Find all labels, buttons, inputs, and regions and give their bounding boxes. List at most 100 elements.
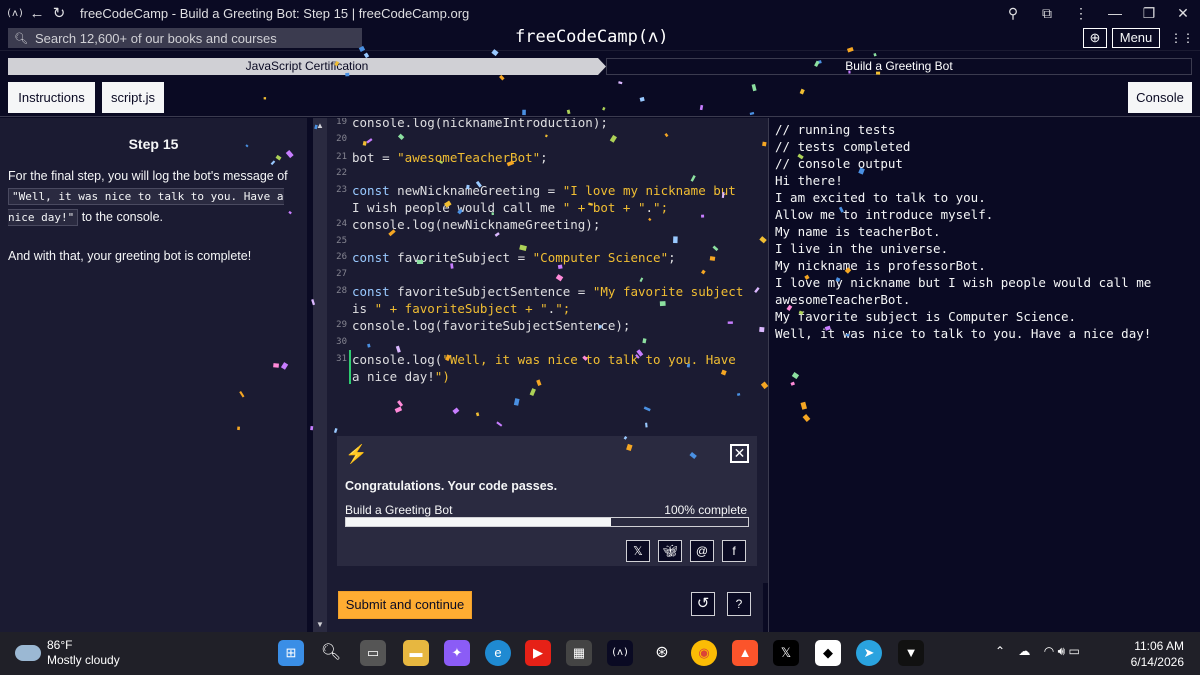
weather-text: 86°F Mostly cloudy — [47, 638, 120, 668]
freecodecamp-taskbar-icon[interactable]: (ʌ) — [607, 640, 633, 666]
grid-dots-icon[interactable]: ⋮⋮ — [1170, 28, 1194, 48]
console-line: My nickname is professorBot. — [775, 258, 986, 273]
scroll-up-icon[interactable]: ▲ — [316, 121, 324, 130]
console-lines: // running tests // tests completed // con… — [775, 121, 1194, 342]
search-placeholder: Search 12,600+ of our books and courses — [34, 30, 277, 46]
system-tray[interactable]: ⌃ ☁ ◠ 🔊︎ ▭ — [995, 644, 1080, 659]
code-line[interactable]: 26 const favoriteSubject = "Computer Scie… — [327, 249, 763, 266]
battery-icon[interactable]: ▭ — [1068, 644, 1079, 658]
restore-icon[interactable]: ❐ — [1132, 5, 1166, 22]
app-icon-wolf[interactable]: ▼ — [898, 640, 924, 666]
chrome-icon[interactable]: ◉ — [691, 640, 717, 666]
browser-title-bar: (ʌ) ← ↻ freeCodeCamp - Build a Greeting … — [0, 0, 1200, 26]
file-explorer-icon[interactable]: ▬ — [403, 640, 429, 666]
code-text: const favoriteSubject = "Computer Scienc… — [352, 250, 676, 265]
code-line[interactable]: 20 — [327, 131, 763, 148]
search-bar[interactable]: 🔍︎ Search 12,600+ of our books and cours… — [8, 28, 362, 48]
line-number: 24 — [336, 219, 347, 229]
threads-share-icon[interactable]: @ — [690, 540, 714, 562]
line-number: 27 — [336, 269, 347, 279]
editor-right-scrollbar[interactable] — [760, 118, 768, 583]
code-line[interactable]: 22 — [327, 165, 763, 182]
editor-left-scrollbar[interactable]: ▲ ▼ — [313, 118, 327, 632]
active-line-marker — [349, 350, 351, 384]
wifi-icon[interactable]: ◠ — [1044, 644, 1054, 658]
code-line[interactable]: 28 const favoriteSubjectSentence = "My fa… — [327, 283, 763, 300]
store-icon[interactable]: ▦ — [566, 640, 592, 666]
menu-button[interactable]: Menu — [1112, 28, 1160, 48]
breadcrumb-project[interactable]: Build a Greeting Bot — [606, 58, 1192, 75]
time: 11:06 AM — [1134, 639, 1184, 653]
back-arrow-icon[interactable]: ← — [26, 5, 48, 22]
chevron-up-icon[interactable]: ⌃ — [995, 644, 1005, 658]
x-share-icon[interactable]: 𝕏 — [626, 540, 650, 562]
lightning-icon: ⚡ — [345, 444, 368, 464]
youtube-icon[interactable]: ▶ — [525, 640, 551, 666]
console-line: I love my nickname but I wish people wou… — [775, 275, 1159, 307]
breadcrumb-certification[interactable]: JavaScript Certification — [8, 58, 606, 75]
windows-start-icon[interactable]: ⊞ — [278, 640, 304, 666]
brave-icon[interactable]: ▲ — [732, 640, 758, 666]
console-line: // console output — [775, 156, 903, 171]
submit-button[interactable]: Submit and continue — [338, 591, 472, 619]
code-text: const favoriteSubjectSentence = "My favo… — [352, 284, 744, 299]
date: 6/14/2026 — [1130, 655, 1184, 669]
code-line[interactable]: 31 console.log("Well, it was nice to talk… — [327, 351, 763, 368]
edge-icon[interactable]: e — [485, 640, 511, 666]
line-number: 29 — [336, 320, 347, 330]
code-text: a nice day!") — [352, 369, 450, 384]
tab-console[interactable]: Console — [1128, 82, 1192, 113]
code-line[interactable]: 23 const newNicknameGreeting = "I love my… — [327, 182, 763, 199]
app-icon-dark[interactable]: ◆ — [815, 640, 841, 666]
cloud-tray-icon[interactable]: ☁ — [1018, 644, 1030, 658]
close-window-icon[interactable]: ✕ — [1166, 5, 1200, 22]
close-icon[interactable]: ✕ — [730, 444, 749, 463]
volume-icon[interactable]: 🔊︎ — [1058, 644, 1066, 658]
extensions-icon[interactable]: ⧉ — [1030, 5, 1064, 22]
console-line: I am excited to talk to you. — [775, 190, 986, 205]
search-icon: 🔍︎ — [14, 32, 28, 45]
line-number: 23 — [336, 185, 347, 195]
x-app-icon[interactable]: 𝕏 — [773, 640, 799, 666]
code-line[interactable]: 24 console.log(newNicknameGreeting); — [327, 216, 763, 233]
task-view-icon[interactable]: ▭ — [360, 640, 386, 666]
code-line[interactable]: is " + favoriteSubject + "."; — [327, 300, 763, 317]
code-line[interactable]: 21 bot = "awesomeTeacherBot"; — [327, 149, 763, 166]
step-heading: Step 15 — [128, 136, 179, 152]
reload-icon[interactable]: ↻ — [48, 4, 70, 22]
code-line[interactable]: I wish people would call me " + bot + ".… — [327, 199, 763, 216]
zoom-icon[interactable]: ⚲ — [996, 5, 1030, 22]
telegram-icon[interactable]: ➤ — [856, 640, 882, 666]
action-row: Submit and continue ↺ ? — [327, 583, 763, 632]
weather-widget[interactable]: 86°F Mostly cloudy — [15, 638, 120, 668]
help-icon[interactable]: ? — [727, 592, 751, 616]
progress-percent: 100% complete — [664, 503, 747, 517]
code-line[interactable]: 29 console.log(favoriteSubjectSentence); — [327, 317, 763, 334]
temperature: 86°F — [47, 638, 73, 652]
code-line[interactable]: a nice day!") — [327, 368, 763, 385]
copilot-icon[interactable]: ✦ — [444, 640, 470, 666]
facebook-share-icon[interactable]: f — [722, 540, 746, 562]
bluesky-share-icon[interactable]: 🦋︎ — [658, 540, 682, 562]
tab-instructions[interactable]: Instructions — [8, 82, 95, 113]
search-taskbar-icon[interactable]: 🔍︎ — [318, 640, 344, 666]
minimize-icon[interactable]: — — [1098, 5, 1132, 21]
tab-script-js[interactable]: script.js — [102, 82, 164, 113]
line-number: 19 — [336, 118, 347, 127]
completion-paragraph: And with that, your greeting bot is comp… — [8, 249, 252, 263]
code-line[interactable]: 30 — [327, 334, 763, 351]
line-number: 30 — [336, 337, 347, 347]
clock[interactable]: 11:06 AM 6/14/2026 — [1131, 638, 1184, 670]
scroll-down-icon[interactable]: ▼ — [316, 620, 324, 629]
code-line[interactable]: 25 — [327, 233, 763, 250]
more-options-icon[interactable]: ⋮ — [1064, 5, 1098, 22]
globe-icon[interactable]: ⊕ — [1083, 28, 1107, 48]
code-line[interactable]: 19 console.log(nicknameIntroduction); — [327, 118, 763, 131]
reset-icon[interactable]: ↺ — [691, 592, 715, 616]
code-line[interactable]: 27 — [327, 266, 763, 283]
chatgpt-icon[interactable]: ⊛ — [649, 640, 675, 666]
console-line: I live in the universe. — [775, 241, 949, 256]
line-number: 31 — [336, 354, 347, 364]
fcc-logo[interactable]: freeCodeCamp(ʌ) — [515, 27, 669, 47]
progress-fill — [346, 518, 612, 526]
